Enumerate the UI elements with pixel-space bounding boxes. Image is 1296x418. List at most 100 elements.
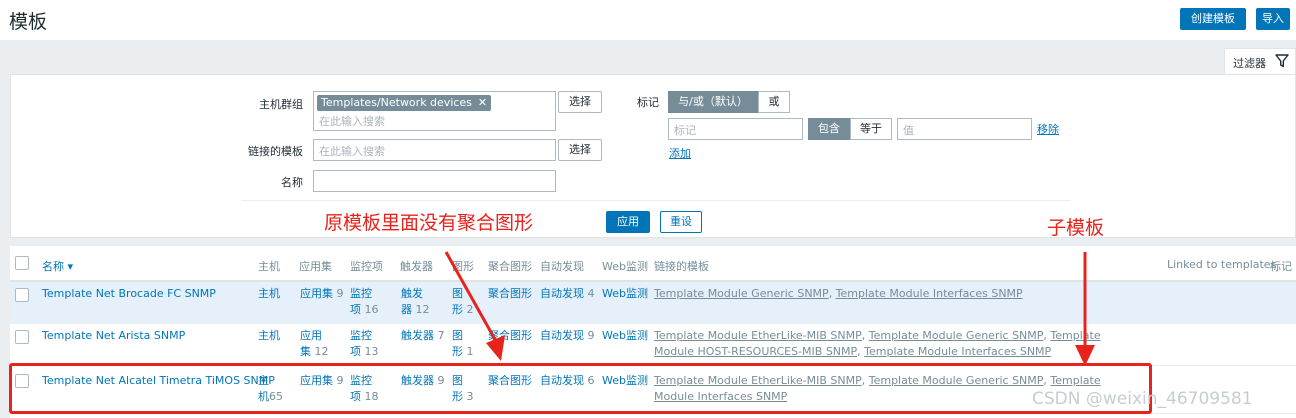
apps-link[interactable]: 应用 [300, 329, 322, 342]
linked-template-link[interactable]: Template Module Generic SNMP [869, 329, 1044, 342]
apps-count: 9 [336, 287, 344, 300]
screens-link[interactable]: 聚合图形 [488, 328, 532, 344]
name-label: 名称 [281, 176, 303, 189]
watermark: CSDN @weixin_46709581 [1032, 389, 1253, 409]
tag-name-input[interactable]: 标记 [668, 118, 803, 140]
linked-templates-cell: Template Module Generic SNMP, Template M… [654, 287, 1023, 300]
web-link[interactable]: Web监测 [602, 328, 648, 344]
host-group-chip-label: Templates/Network devices [321, 96, 472, 109]
triggers-link[interactable]: 触发 [401, 287, 423, 300]
filter-tab-label: 过滤器 [1233, 57, 1266, 70]
apps-count: 12 [314, 345, 329, 358]
col-hosts: 主机 [258, 260, 280, 273]
remove-tag-link[interactable]: 移除 [1037, 121, 1059, 137]
triggers-link-2[interactable]: 器 [401, 303, 412, 316]
apps-link-2[interactable]: 集 [300, 345, 311, 358]
col-applications: 应用集 [299, 260, 332, 273]
graphs-link[interactable]: 图 [452, 287, 463, 300]
select-all-checkbox[interactable] [15, 256, 29, 270]
items-count: 13 [364, 345, 379, 358]
name-input[interactable] [313, 170, 556, 192]
col-items: 监控项 [350, 260, 383, 273]
items-link[interactable]: 监控 [350, 287, 372, 300]
discovery-cell: 自动发现 9 [540, 328, 595, 344]
screens-link[interactable]: 聚合图形 [488, 286, 532, 302]
chip-remove-icon[interactable]: ✕ [478, 96, 487, 109]
apps-cell: 应用集 12 [300, 328, 344, 360]
table-row: Template Net Arista SNMP 主机 应用集 12 监控项 1… [10, 324, 1296, 366]
col-linked-templates: 链接的模板 [654, 260, 709, 273]
linked-templates-label: 链接的模板 [248, 145, 303, 158]
graphs-cell: 图形 2 [452, 286, 482, 318]
linked-templates-select-button[interactable]: 选择 [558, 139, 602, 161]
col-name[interactable]: 名称 ▾ [42, 258, 73, 274]
col-graphs: 图形 [452, 260, 474, 273]
contains-toggle[interactable]: 包含 [808, 118, 850, 140]
col-web: Web监测 [602, 260, 648, 273]
linked-template-link[interactable]: Template Module Interfaces SNMP [864, 345, 1051, 358]
template-name-link[interactable]: Template Net Brocade FC SNMP [42, 286, 216, 302]
triggers-cell: 触发器 12 [401, 286, 445, 318]
host-group-chip[interactable]: Templates/Network devices ✕ [317, 95, 492, 111]
table-row: Template Net Brocade FC SNMP 主机 应用集 9 监控… [10, 282, 1296, 324]
host-group-select-button[interactable]: 选择 [558, 91, 602, 113]
row-checkbox[interactable] [15, 330, 29, 344]
or-toggle[interactable]: 或 [758, 91, 790, 113]
tag-value-input[interactable]: 值 [897, 118, 1032, 140]
linked-template-link[interactable]: Template Module Generic SNMP [654, 287, 829, 300]
equals-toggle[interactable]: 等于 [850, 118, 892, 140]
annotation-child-template: 子模板 [1047, 217, 1105, 239]
items-link-2[interactable]: 项 [350, 303, 361, 316]
hosts-link[interactable]: 主机 [258, 286, 280, 302]
discovery-cell: 自动发现 4 [540, 286, 595, 302]
add-tag-link[interactable]: 添加 [669, 145, 691, 161]
graphs-count: 2 [466, 303, 474, 316]
graphs-link[interactable]: 图 [452, 329, 463, 342]
discovery-count: 9 [587, 329, 595, 342]
items-link-2[interactable]: 项 [350, 345, 361, 358]
discovery-link[interactable]: 自动发现 [540, 287, 584, 300]
import-button[interactable]: 导入 [1256, 8, 1290, 30]
filter-icon [1275, 54, 1289, 68]
discovery-link[interactable]: 自动发现 [540, 329, 584, 342]
linked-template-link[interactable]: Template Module Interfaces SNMP [836, 287, 1023, 300]
filter-divider [241, 200, 1071, 201]
items-count: 16 [364, 303, 379, 316]
linked-templates-cell: Template Module EtherLike-MIB SNMP, Temp… [654, 329, 1101, 358]
tags-label: 标记 [637, 96, 659, 109]
apps-link[interactable]: 应用集 [300, 287, 333, 300]
apply-button[interactable]: 应用 [606, 211, 650, 233]
create-template-button[interactable]: 创建模板 [1180, 8, 1246, 30]
items-link[interactable]: 监控 [350, 329, 372, 342]
graphs-link-2[interactable]: 形 [452, 345, 463, 358]
graphs-cell: 图形 1 [452, 328, 482, 360]
items-cell: 监控项 13 [350, 328, 394, 360]
graphs-link-2[interactable]: 形 [452, 303, 463, 316]
col-discovery: 自动发现 [540, 260, 584, 273]
annotation-no-screens: 原模板里面没有聚合图形 [324, 212, 534, 234]
template-name-link[interactable]: Template Net Arista SNMP [42, 328, 185, 344]
linked-templates-field[interactable]: 在此输入搜索 [313, 139, 556, 161]
page-header: 模板 创建模板 导入 [0, 0, 1296, 40]
and-or-toggle[interactable]: 与/或（默认） [668, 91, 758, 113]
host-group-label: 主机群组 [259, 98, 303, 111]
page-title: 模板 [9, 11, 48, 33]
triggers-count: 7 [437, 329, 445, 342]
col-screens: 聚合图形 [488, 260, 532, 273]
linked-template-link[interactable]: Template Module EtherLike-MIB SNMP [654, 329, 862, 342]
graphs-count: 1 [466, 345, 474, 358]
filter-tab[interactable]: 过滤器 [1224, 48, 1296, 74]
web-link[interactable]: Web监测 [602, 286, 648, 302]
triggers-cell: 触发器 7 [401, 328, 445, 344]
items-cell: 监控项 16 [350, 286, 394, 318]
host-group-placeholder: 在此输入搜索 [319, 115, 385, 128]
host-group-field[interactable]: Templates/Network devices ✕ 在此输入搜索 [313, 91, 556, 131]
discovery-count: 4 [587, 287, 595, 300]
reset-button[interactable]: 重设 [660, 211, 702, 233]
hosts-link[interactable]: 主机 [258, 328, 280, 344]
triggers-link[interactable]: 触发器 [401, 329, 434, 342]
col-triggers: 触发器 [400, 260, 433, 273]
highlight-box [9, 363, 1152, 414]
row-checkbox[interactable] [15, 288, 29, 302]
apps-cell: 应用集 9 [300, 286, 344, 302]
